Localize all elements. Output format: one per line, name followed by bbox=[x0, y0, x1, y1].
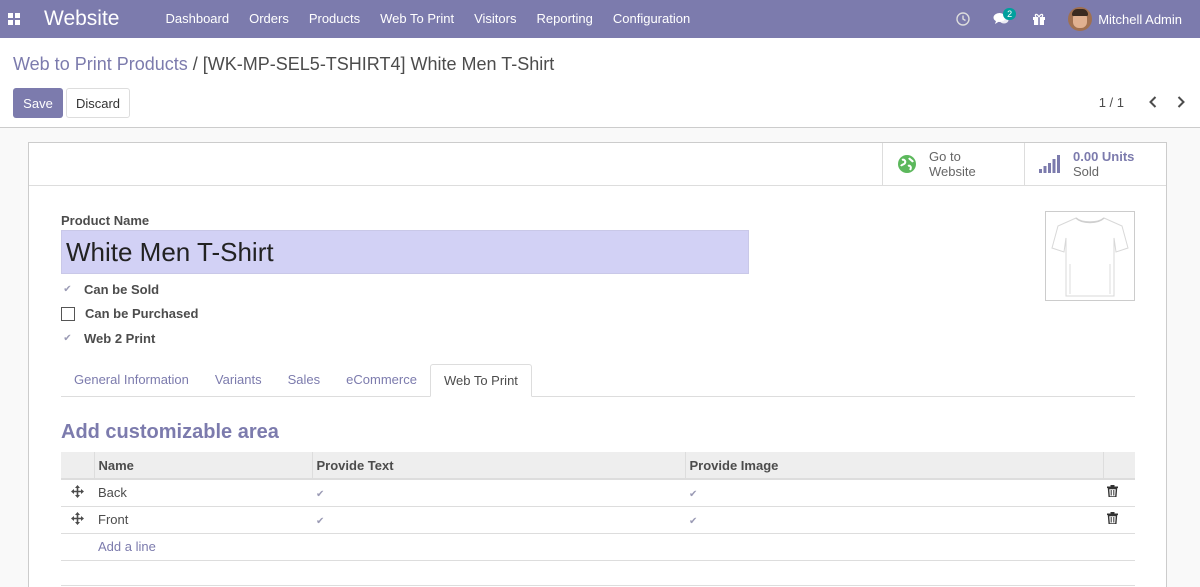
add-line-cell: Add a line bbox=[94, 533, 1135, 561]
menu-reporting[interactable]: Reporting bbox=[526, 0, 602, 38]
row-provide-image-checkbox[interactable]: ✔ bbox=[685, 479, 1103, 507]
tab-variants[interactable]: Variants bbox=[202, 364, 275, 397]
signal-bars-icon bbox=[1039, 155, 1060, 173]
gift-icon[interactable] bbox=[1020, 0, 1058, 38]
row-name[interactable]: Front bbox=[94, 506, 312, 534]
breadcrumb-parent[interactable]: Web to Print Products bbox=[13, 54, 188, 74]
user-avatar[interactable] bbox=[1068, 7, 1093, 31]
menu-dashboard[interactable]: Dashboard bbox=[155, 0, 239, 38]
web-2-print-checkbox[interactable]: ✔ bbox=[61, 332, 74, 345]
section-title: Add customizable area bbox=[61, 421, 279, 443]
can-be-purchased-label: Can be Purchased bbox=[85, 306, 199, 321]
go-to-website-line2: Website bbox=[929, 164, 976, 179]
units-sold-label: Sold bbox=[1073, 164, 1100, 179]
column-header-provide-text[interactable]: Provide Text bbox=[312, 452, 686, 480]
top-navbar: Website Dashboard Orders Products Web To… bbox=[0, 0, 1200, 38]
tab-ecommerce[interactable]: eCommerce bbox=[333, 364, 430, 397]
breadcrumb-separator: / bbox=[192, 54, 198, 74]
can-be-sold-checkbox[interactable]: ✔ bbox=[61, 283, 74, 296]
go-to-website-button[interactable]: Go to Website bbox=[882, 143, 1024, 185]
save-button[interactable]: Save bbox=[13, 88, 63, 118]
web-2-print-label: Web 2 Print bbox=[84, 331, 156, 346]
tab-web-to-print[interactable]: Web To Print bbox=[429, 364, 532, 397]
button-box: Go to Website 0.00 Units Sold bbox=[882, 143, 1166, 186]
row-provide-text-checkbox[interactable]: ✔ bbox=[312, 506, 685, 534]
drag-handle-icon[interactable] bbox=[61, 506, 94, 534]
column-header-name[interactable]: Name bbox=[94, 452, 313, 480]
discard-button[interactable]: Discard bbox=[66, 88, 130, 118]
trash-icon[interactable] bbox=[1103, 479, 1135, 507]
menu-web-to-print[interactable]: Web To Print bbox=[370, 0, 464, 38]
product-image[interactable] bbox=[1045, 211, 1135, 301]
handle-header bbox=[61, 452, 95, 480]
row-provide-text-checkbox[interactable]: ✔ bbox=[312, 479, 685, 507]
add-line-row: Add a line bbox=[61, 533, 1135, 561]
pager-next-icon[interactable] bbox=[1171, 91, 1191, 113]
tshirt-icon bbox=[1051, 217, 1129, 297]
apps-menu-icon[interactable] bbox=[0, 0, 28, 38]
product-name-input[interactable]: White Men T-Shirt bbox=[61, 230, 749, 274]
globe-icon bbox=[898, 155, 916, 173]
messages-badge: 2 bbox=[1003, 8, 1017, 20]
row-provide-image-checkbox[interactable]: ✔ bbox=[685, 506, 1103, 534]
can-be-sold-row: ✔ Can be Sold bbox=[61, 282, 159, 297]
app-title[interactable]: Website bbox=[44, 7, 119, 31]
column-header-provide-image[interactable]: Provide Image bbox=[685, 452, 1104, 480]
control-panel: Web to Print Products / [WK-MP-SEL5-TSHI… bbox=[0, 38, 1200, 128]
menu-visitors[interactable]: Visitors bbox=[464, 0, 526, 38]
section-bottom-divider bbox=[61, 585, 1135, 586]
web-2-print-row: ✔ Web 2 Print bbox=[61, 331, 155, 346]
add-line-link[interactable]: Add a line bbox=[98, 539, 156, 554]
units-sold-button[interactable]: 0.00 Units Sold bbox=[1024, 143, 1166, 185]
navbar-systray: 2 Mitchell Admin bbox=[944, 0, 1200, 38]
table-row[interactable]: Front ✔ ✔ bbox=[61, 506, 1135, 534]
tab-general-information[interactable]: General Information bbox=[61, 364, 202, 397]
row-name[interactable]: Back bbox=[94, 479, 312, 507]
pager-previous-icon[interactable] bbox=[1143, 91, 1163, 113]
can-be-purchased-row: Can be Purchased bbox=[61, 306, 198, 321]
table-row[interactable]: Back ✔ ✔ bbox=[61, 479, 1135, 507]
pager-value[interactable]: 1 / 1 bbox=[1099, 95, 1124, 110]
breadcrumb: Web to Print Products / [WK-MP-SEL5-TSHI… bbox=[13, 54, 554, 75]
units-sold-value: 0.00 Units bbox=[1073, 149, 1135, 164]
go-to-website-line1: Go to bbox=[929, 149, 961, 164]
main-menu: Dashboard Orders Products Web To Print V… bbox=[155, 0, 700, 38]
customizable-area-table: Name Provide Text Provide Image Back ✔ ✔ bbox=[61, 452, 1135, 561]
clock-icon[interactable] bbox=[944, 0, 982, 38]
can-be-purchased-checkbox[interactable] bbox=[61, 306, 75, 321]
add-line-spacer bbox=[61, 533, 94, 561]
form-sheet: Go to Website 0.00 Units Sold Product Na… bbox=[28, 142, 1167, 587]
drag-handle-icon[interactable] bbox=[61, 479, 94, 507]
user-name[interactable]: Mitchell Admin bbox=[1098, 12, 1182, 27]
delete-header bbox=[1103, 452, 1135, 480]
breadcrumb-current: [WK-MP-SEL5-TSHIRT4] White Men T-Shirt bbox=[202, 54, 555, 74]
can-be-sold-label: Can be Sold bbox=[84, 282, 160, 297]
menu-orders[interactable]: Orders bbox=[239, 0, 299, 38]
product-name-label: Product Name bbox=[61, 213, 150, 228]
chat-icon[interactable]: 2 bbox=[982, 0, 1020, 38]
menu-products[interactable]: Products bbox=[299, 0, 370, 38]
tab-sales[interactable]: Sales bbox=[275, 364, 334, 397]
trash-icon[interactable] bbox=[1103, 506, 1135, 534]
menu-configuration[interactable]: Configuration bbox=[603, 0, 700, 38]
notebook-tabs: General Information Variants Sales eComm… bbox=[61, 364, 1135, 397]
